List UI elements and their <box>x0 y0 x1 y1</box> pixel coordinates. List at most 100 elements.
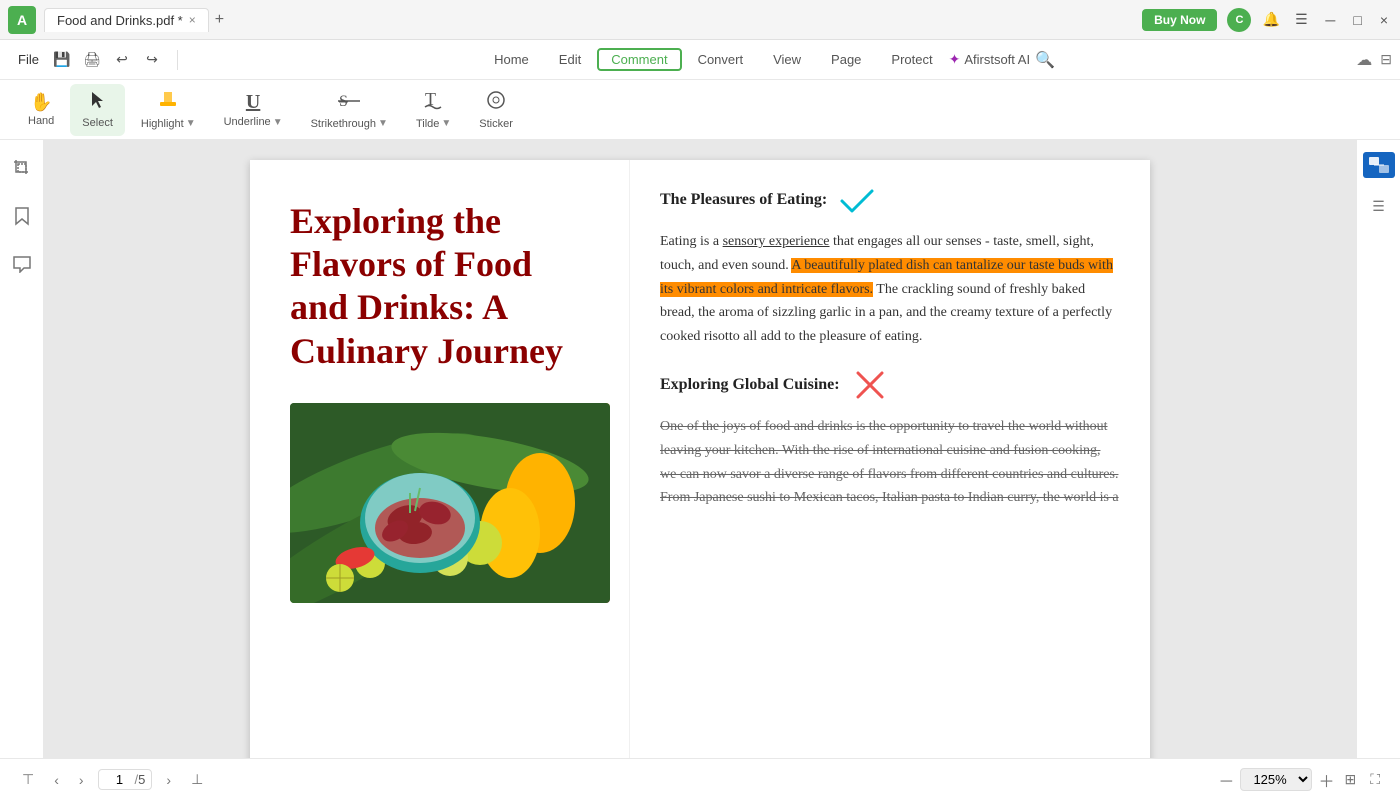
nav-home[interactable]: Home <box>480 48 543 71</box>
nav-view[interactable]: View <box>759 48 815 71</box>
right-panel: ☰ <box>1356 140 1400 758</box>
underline-arrow-icon: ▼ <box>273 117 283 128</box>
select-icon <box>88 90 108 115</box>
sticker-tool[interactable]: Sticker <box>467 84 525 136</box>
user-avatar-icon[interactable]: C <box>1227 8 1251 32</box>
zoom-out-button[interactable]: － <box>1218 768 1234 792</box>
highlight-label-wrap: Highlight ▼ <box>141 118 196 130</box>
section1-title: The Pleasures of Eating: <box>660 191 827 209</box>
highlight-label: Highlight <box>141 118 184 130</box>
redo-icon[interactable]: ↪ <box>139 47 165 73</box>
fullscreen-button[interactable]: ⛶ <box>1366 767 1384 792</box>
highlight-icon <box>157 90 179 116</box>
main-layout: Exploring the Flavors of Food and Drinks… <box>0 140 1400 758</box>
sidebar-bookmark-icon[interactable] <box>6 200 38 232</box>
strikethrough-arrow-icon: ▼ <box>378 118 388 129</box>
search-button[interactable]: 🔍 <box>1032 47 1058 73</box>
strikethrough-icon: S <box>338 90 360 116</box>
title-bar-right: Buy Now C 🔔 ☰ ─ □ × <box>1142 8 1392 32</box>
tilde-tool[interactable]: T Tilde ▼ <box>404 84 463 136</box>
status-bar: ⊤ ‹ › / 5 › ⊥ － 50% 75% 100% 125% 150% 2… <box>0 758 1400 800</box>
section2-body: One of the joys of food and drinks is th… <box>660 415 1120 510</box>
tilde-icon: T <box>423 90 445 116</box>
nav-protect[interactable]: Protect <box>877 48 946 71</box>
comment-toolbar: ✋ Hand Select Highlight ▼ U Underline ▼ … <box>0 80 1400 140</box>
menu-bar: File 💾 🖨 ↩ ↪ Home Edit Comment Convert V… <box>0 40 1400 80</box>
content-area: Exploring the Flavors of Food and Drinks… <box>44 140 1356 758</box>
page-input-wrap: / 5 <box>98 769 153 790</box>
sticker-label: Sticker <box>479 118 513 130</box>
select-tool[interactable]: Select <box>70 84 125 136</box>
pdf-page: Exploring the Flavors of Food and Drinks… <box>250 160 1150 758</box>
right-panel-icon[interactable]: ☰ <box>1367 194 1391 218</box>
section1-header: The Pleasures of Eating: <box>660 180 1120 220</box>
zoom-in-button[interactable]: ＋ <box>1318 768 1334 792</box>
menu-right-icons: ☁ ⊟ <box>1356 50 1392 70</box>
strikethrough-label-wrap: Strikethrough ▼ <box>311 118 388 130</box>
zoom-controls: － 50% 75% 100% 125% 150% 200% ＋ ⊞ ⛶ <box>1218 767 1384 792</box>
checkmark-icon <box>837 180 877 220</box>
settings-icon[interactable]: ⊟ <box>1380 51 1392 68</box>
sensory-experience-text: sensory experience <box>723 234 830 249</box>
zoom-selector[interactable]: 50% 75% 100% 125% 150% 200% <box>1240 768 1312 791</box>
menu-icon[interactable]: ☰ <box>1291 10 1311 30</box>
notification-icon[interactable]: 🔔 <box>1261 10 1281 30</box>
underline-label-wrap: Underline ▼ <box>224 116 283 128</box>
page-number-input[interactable] <box>105 772 135 787</box>
nav-page[interactable]: Page <box>817 48 875 71</box>
go-to-first-page-button[interactable]: ⊤ <box>16 767 40 792</box>
tab-close-button[interactable]: × <box>189 13 196 27</box>
buy-now-button[interactable]: Buy Now <box>1142 9 1217 31</box>
tilde-label-wrap: Tilde ▼ <box>416 118 451 130</box>
section2-header: Exploring Global Cuisine: <box>660 365 1120 405</box>
file-menu[interactable]: File <box>8 48 49 71</box>
hand-icon: ✋ <box>30 92 52 113</box>
title-bar: A Food and Drinks.pdf * × + Buy Now C 🔔 … <box>0 0 1400 40</box>
file-menu-label: File <box>18 52 39 67</box>
underline-tool[interactable]: U Underline ▼ <box>212 84 295 136</box>
cross-icon <box>850 365 890 405</box>
total-pages: 5 <box>138 772 145 787</box>
strikethrough-tool[interactable]: S Strikethrough ▼ <box>299 84 400 136</box>
hand-label: Hand <box>28 115 54 127</box>
ai-label: Afirstsoft AI <box>964 52 1030 67</box>
next-page-button[interactable]: › <box>160 768 177 792</box>
hand-tool[interactable]: ✋ Hand <box>16 84 66 136</box>
ai-button[interactable]: ✦ Afirstsoft AI <box>949 51 1030 68</box>
save-icon[interactable]: 💾 <box>49 47 75 73</box>
strikethrough-label: Strikethrough <box>311 118 376 130</box>
divider <box>177 50 178 70</box>
cloud-icon[interactable]: ☁ <box>1356 50 1372 70</box>
tilde-arrow-icon: ▼ <box>441 118 451 129</box>
next-page-left-button[interactable]: › <box>73 768 90 792</box>
fit-page-button[interactable]: ⊞ <box>1340 767 1360 792</box>
pdf-title: Exploring the Flavors of Food and Drinks… <box>290 200 599 373</box>
minimize-button[interactable]: ─ <box>1321 12 1339 28</box>
nav-comment[interactable]: Comment <box>597 48 681 71</box>
section1-body: Eating is a sensory experience that enga… <box>660 230 1120 349</box>
left-sidebar <box>0 140 44 758</box>
new-tab-button[interactable]: + <box>215 11 224 29</box>
nav-edit[interactable]: Edit <box>545 48 595 71</box>
ai-star-icon: ✦ <box>949 51 961 68</box>
close-button[interactable]: × <box>1376 12 1392 28</box>
tilde-label: Tilde <box>416 118 439 130</box>
print-icon[interactable]: 🖨 <box>79 47 105 73</box>
sticker-icon <box>485 90 507 116</box>
food-image <box>290 403 610 603</box>
go-to-last-page-button[interactable]: ⊥ <box>185 767 209 792</box>
maximize-button[interactable]: □ <box>1349 12 1365 28</box>
select-label: Select <box>82 117 113 129</box>
sidebar-crop-icon[interactable] <box>6 152 38 184</box>
translate-button[interactable] <box>1363 152 1395 178</box>
app-logo: A <box>8 6 36 34</box>
nav-convert[interactable]: Convert <box>684 48 758 71</box>
highlight-tool[interactable]: Highlight ▼ <box>129 84 208 136</box>
highlighted-text: A beautifully plated dish can tantalize … <box>660 258 1113 297</box>
active-tab[interactable]: Food and Drinks.pdf * × <box>44 8 209 32</box>
previous-page-button[interactable]: ‹ <box>48 768 65 792</box>
undo-icon[interactable]: ↩ <box>109 47 135 73</box>
navigation-menu: Home Edit Comment Convert View Page Prot… <box>182 47 1356 73</box>
sidebar-comment-icon[interactable] <box>6 248 38 280</box>
quick-access-toolbar: 💾 🖨 ↩ ↪ <box>49 47 165 73</box>
